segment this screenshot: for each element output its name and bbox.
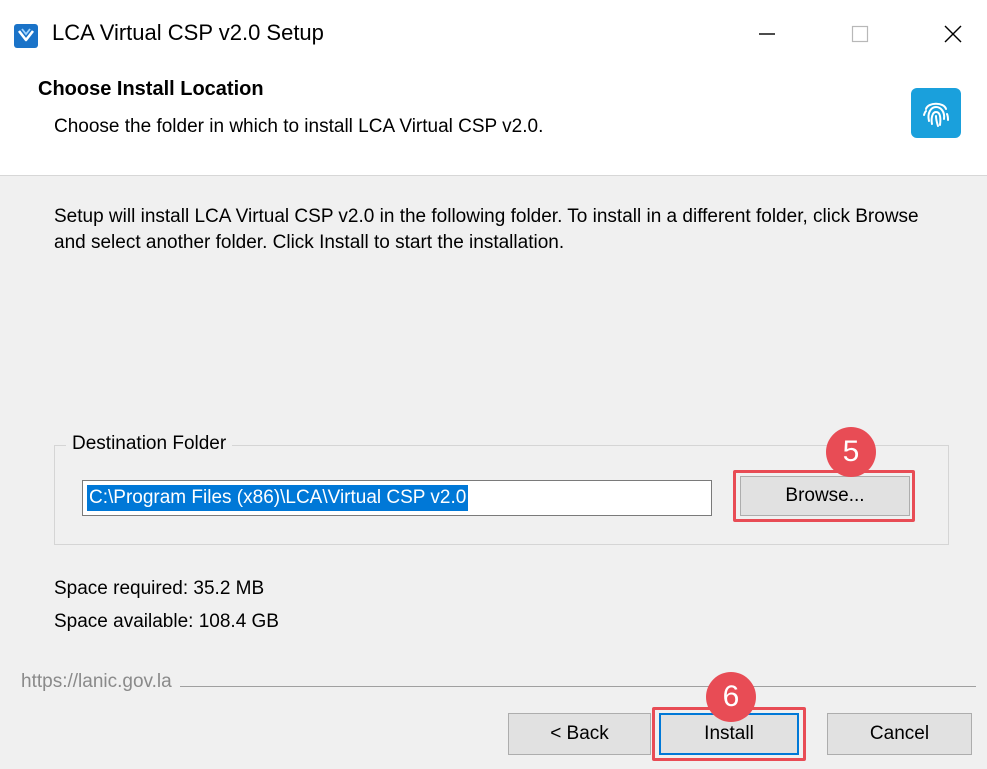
back-button[interactable]: < Back [508, 713, 651, 755]
page-header: Choose Install Location Choose the folde… [0, 72, 987, 176]
space-required: Space required: 35.2 MB [54, 578, 265, 599]
close-icon [943, 24, 963, 49]
minimize-icon [757, 24, 777, 49]
step-marker-5: 5 [826, 427, 876, 477]
fingerprint-icon [911, 88, 961, 138]
destination-folder-label: Destination Folder [66, 433, 233, 455]
minimize-button[interactable] [742, 16, 792, 56]
title-bar[interactable]: LCA Virtual CSP v2.0 Setup [0, 0, 987, 72]
space-available: Space available: 108.4 GB [54, 611, 279, 632]
cancel-button[interactable]: Cancel [827, 713, 972, 755]
step-marker-6: 6 [706, 672, 756, 722]
maximize-icon [850, 24, 870, 49]
window-title: LCA Virtual CSP v2.0 Setup [52, 20, 324, 45]
branding-text: https://lanic.gov.la [21, 671, 180, 693]
description-text: Setup will install LCA Virtual CSP v2.0 … [54, 206, 919, 253]
page-subtitle: Choose the folder in which to install LC… [54, 116, 544, 137]
page-title: Choose Install Location [38, 78, 264, 100]
close-button[interactable] [928, 16, 978, 56]
destination-path-value: C:\Program Files (x86)\LCA\Virtual CSP v… [87, 485, 469, 511]
installer-window: LCA Virtual CSP v2.0 Setup Choose Instal… [0, 0, 987, 769]
browse-button[interactable]: Browse... [740, 476, 910, 516]
maximize-button[interactable] [835, 16, 885, 56]
destination-path-input[interactable]: C:\Program Files (x86)\LCA\Virtual CSP v… [82, 480, 712, 516]
app-icon [14, 24, 38, 48]
